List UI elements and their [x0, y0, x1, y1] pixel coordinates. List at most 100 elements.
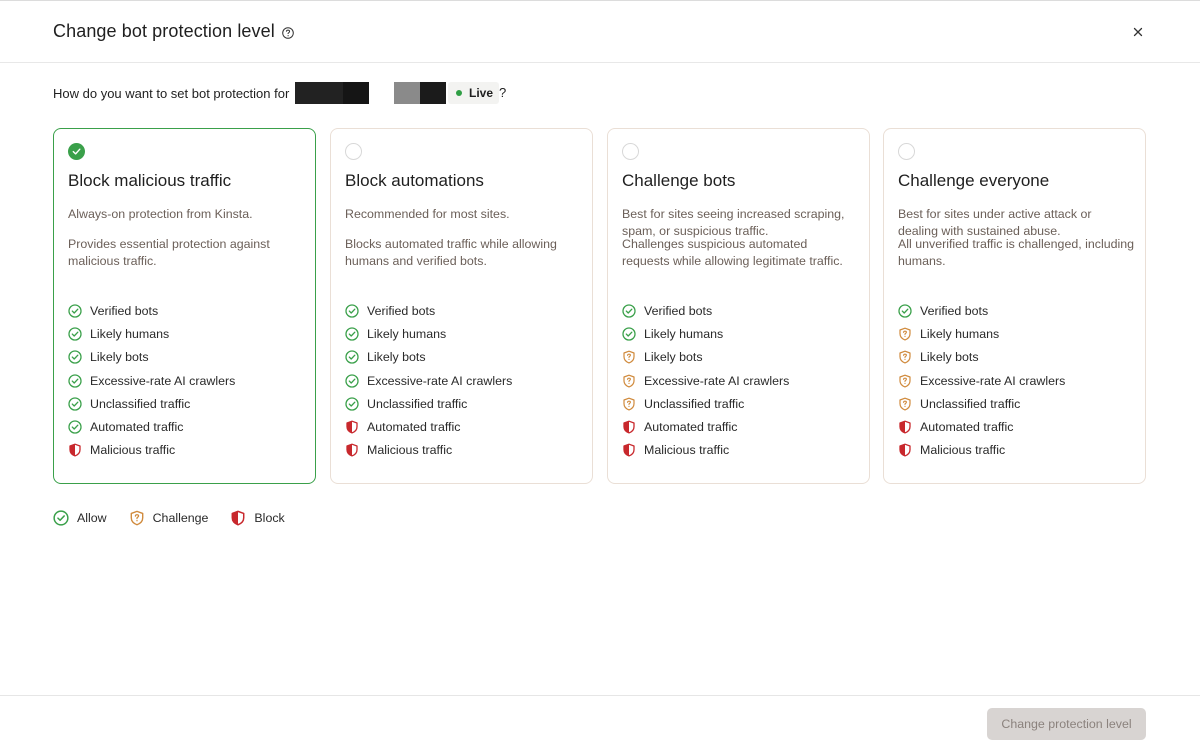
traffic-rule-item: Automated traffic [622, 415, 789, 438]
traffic-rule-list: Verified bots Likely humans Likely bots Exc… [898, 299, 1065, 462]
traffic-rule-label: Likely bots [644, 350, 703, 365]
live-status-badge: Live [448, 82, 500, 104]
shield-block-icon [345, 420, 359, 434]
traffic-rule-label: Automated traffic [920, 420, 1014, 435]
check-circle-icon [345, 373, 359, 388]
option-title: Block malicious traffic [68, 171, 232, 190]
option-summary: Best for sites under active attack or de… [898, 207, 1092, 238]
traffic-rule-label: Verified bots [90, 303, 159, 318]
shield-question-icon [622, 397, 636, 411]
shield-question-icon [129, 510, 145, 526]
protection-option-card[interactable]: Challenge everyone Best for sites under a… [883, 128, 1146, 484]
traffic-rule-label: Verified bots [920, 303, 989, 318]
redacted-environment-name [394, 82, 446, 104]
traffic-rule-label: Excessive-rate AI crawlers [644, 373, 790, 388]
shield-question-icon [898, 350, 912, 364]
traffic-rule-item: Excessive-rate AI crawlers [622, 369, 789, 392]
traffic-rule-item: Automated traffic [68, 415, 235, 438]
traffic-rule-label: Unclassified traffic [367, 396, 468, 411]
traffic-rule-label: Automated traffic [90, 420, 184, 435]
traffic-rule-label: Automated traffic [367, 420, 461, 435]
radio-button[interactable] [898, 143, 915, 160]
option-title: Challenge bots [622, 171, 736, 190]
shield-block-icon [345, 443, 359, 457]
traffic-rule-item: Verified bots [68, 299, 235, 322]
check-circle-icon [898, 303, 912, 318]
traffic-rule-item: Likely humans [345, 322, 512, 345]
traffic-rule-label: Malicious traffic [367, 443, 453, 458]
legend-item-block: Block [230, 510, 285, 526]
check-circle-icon [345, 327, 359, 341]
check-circle-icon [622, 303, 636, 318]
legend-item-challenge: Challenge [129, 510, 209, 526]
traffic-rule-list: Verified bots Likely humans Likely bots Exc… [622, 299, 789, 462]
live-dot-icon [456, 90, 462, 96]
radio-button[interactable] [622, 143, 639, 160]
shield-block-icon [68, 443, 82, 457]
traffic-rule-item: Unclassified traffic [68, 392, 235, 415]
traffic-rule-item: Likely humans [898, 322, 1065, 345]
traffic-rule-item: Malicious traffic [622, 439, 789, 462]
traffic-rule-label: Excessive-rate AI crawlers [367, 373, 513, 388]
close-icon[interactable] [1131, 25, 1145, 39]
change-protection-level-button[interactable]: Change protection level [987, 708, 1146, 740]
traffic-rule-item: Verified bots [345, 299, 512, 322]
traffic-rule-item: Automated traffic [898, 415, 1065, 438]
check-circle-icon [345, 350, 359, 364]
redacted-site-name [295, 82, 369, 104]
shield-block-icon [622, 443, 636, 457]
legend-label: Block [254, 511, 285, 525]
radio-button[interactable] [345, 143, 362, 160]
check-circle-icon [68, 373, 82, 388]
protection-option-card[interactable]: Block automations Recommended for most si… [330, 128, 593, 484]
traffic-rule-label: Malicious traffic [644, 443, 730, 458]
legend-item-allow: Allow [53, 510, 107, 526]
traffic-rule-item: Likely bots [898, 346, 1065, 369]
option-title: Block automations [345, 171, 484, 190]
protection-option-card[interactable]: Block malicious traffic Always-on protect… [53, 128, 316, 484]
protection-question: How do you want to set bot protection fo… [53, 84, 289, 102]
legend-label: Challenge [152, 511, 209, 525]
legend-label: Allow [77, 511, 107, 525]
traffic-rule-label: Automated traffic [644, 420, 738, 435]
traffic-rule-label: Verified bots [644, 303, 713, 318]
traffic-rule-label: Malicious traffic [920, 443, 1006, 458]
traffic-rule-item: Likely humans [68, 322, 235, 345]
question-suffix: ? [499, 85, 507, 100]
shield-question-icon [898, 327, 912, 341]
traffic-rule-item: Malicious traffic [68, 439, 235, 462]
traffic-rule-label: Likely bots [367, 350, 426, 365]
question-circle-icon[interactable] [282, 26, 294, 39]
dialog-header: Change bot protection level [0, 1, 1200, 63]
traffic-rule-item: Automated traffic [345, 415, 512, 438]
check-circle-icon [345, 397, 359, 411]
dialog-title: Change bot protection level [53, 21, 275, 41]
protection-option-card[interactable]: Challenge bots Best for sites seeing incr… [607, 128, 870, 484]
traffic-rule-list: Verified bots Likely humans Likely bots Exc… [68, 299, 235, 462]
traffic-rule-label: Malicious traffic [90, 443, 176, 458]
shield-question-icon [898, 397, 912, 411]
check-circle-icon [68, 327, 82, 341]
shield-block-icon [230, 510, 246, 526]
traffic-rule-label: Likely humans [367, 326, 447, 341]
live-status-label: Live [469, 86, 494, 100]
option-description: Challenges suspicious automated requests… [622, 237, 843, 268]
traffic-rule-item: Excessive-rate AI crawlers [898, 369, 1065, 392]
radio-checked-icon[interactable] [68, 143, 85, 160]
traffic-rule-label: Unclassified traffic [644, 396, 745, 411]
option-summary: Best for sites seeing increased scraping… [622, 207, 845, 238]
shield-question-icon [898, 374, 912, 388]
check-circle-icon [68, 397, 82, 411]
traffic-rule-item: Unclassified traffic [898, 392, 1065, 415]
option-description: Blocks automated traffic while allowing … [345, 237, 557, 268]
traffic-rule-list: Verified bots Likely humans Likely bots Exc… [345, 299, 512, 462]
traffic-rule-label: Excessive-rate AI crawlers [920, 373, 1066, 388]
traffic-rule-item: Likely bots [622, 346, 789, 369]
option-description: All unverified traffic is challenged, in… [898, 237, 1135, 268]
shield-block-icon [622, 420, 636, 434]
traffic-rule-item: Unclassified traffic [622, 392, 789, 415]
traffic-rule-label: Likely humans [644, 326, 724, 341]
shield-question-icon [622, 374, 636, 388]
traffic-rule-item: Excessive-rate AI crawlers [68, 369, 235, 392]
traffic-rule-label: Verified bots [367, 303, 436, 318]
